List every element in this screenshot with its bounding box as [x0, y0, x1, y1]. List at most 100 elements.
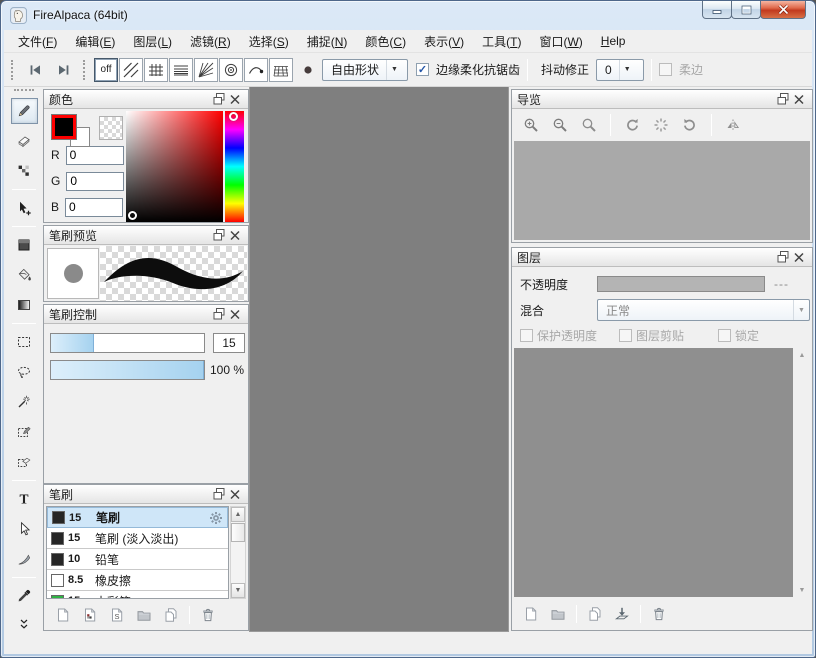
menu-item-view[interactable]: 表示(V): [415, 30, 473, 53]
new-page-button[interactable]: [521, 604, 541, 624]
blue-input[interactable]: [65, 198, 123, 217]
new-page-button[interactable]: [53, 605, 73, 625]
duplicate-button[interactable]: [161, 605, 181, 625]
more-tools-button[interactable]: [11, 611, 38, 637]
pointer-tool[interactable]: [11, 516, 38, 542]
green-input[interactable]: [66, 172, 124, 191]
layer-list-scrollbar[interactable]: ▲ ▼: [794, 348, 810, 597]
snap-concentric-button[interactable]: [219, 58, 243, 82]
menu-item-layer[interactable]: 图层(L): [124, 30, 181, 53]
close-panel-icon[interactable]: [791, 250, 807, 265]
hue-marker[interactable]: [229, 112, 238, 121]
trash-button[interactable]: [649, 604, 669, 624]
toolbar-grip[interactable]: [11, 60, 16, 80]
snap-parallel-button[interactable]: [119, 58, 143, 82]
float-panel-icon[interactable]: [775, 250, 791, 265]
zoom-in-button[interactable]: [519, 113, 543, 137]
brush-row[interactable]: 15水彩笔: [47, 591, 228, 599]
snap-grid-button[interactable]: [144, 58, 168, 82]
protect-alpha-option[interactable]: 保护透明度: [520, 327, 597, 344]
close-button[interactable]: [760, 1, 806, 19]
layer-blend-select[interactable]: 正常 ▼: [597, 299, 810, 321]
brush-shape-select[interactable]: 自由形状 ▼: [322, 59, 408, 81]
select-eraser-tool[interactable]: [11, 449, 38, 475]
brush-list-scrollbar[interactable]: ▲ ▼: [230, 506, 246, 599]
snap-vanishing-button[interactable]: [194, 58, 218, 82]
menu-item-help[interactable]: Help: [592, 31, 635, 51]
select-pen-tool[interactable]: [11, 419, 38, 445]
clipping-checkbox[interactable]: [619, 329, 632, 342]
magic-wand-tool[interactable]: [11, 389, 38, 415]
float-panel-icon[interactable]: [775, 92, 791, 107]
float-panel-icon[interactable]: [211, 487, 227, 502]
step-prev-button[interactable]: [22, 58, 48, 82]
soft-edge-checkbox[interactable]: [659, 63, 672, 76]
close-panel-icon[interactable]: [227, 92, 243, 107]
select-rect-tool[interactable]: [11, 329, 38, 355]
gradient-tool[interactable]: [11, 292, 38, 318]
rotate-cw-button[interactable]: [678, 113, 702, 137]
brush-size-value[interactable]: 15: [213, 333, 245, 353]
dot-tool[interactable]: [11, 158, 38, 184]
sv-picker-marker[interactable]: [128, 211, 137, 220]
navigator-preview[interactable]: [514, 141, 810, 240]
close-panel-icon[interactable]: [227, 307, 243, 322]
saturation-value-picker[interactable]: [126, 111, 223, 222]
scroll-up-icon[interactable]: ▲: [231, 507, 245, 522]
pen-tool[interactable]: [11, 98, 38, 124]
transparent-color-swatch[interactable]: [99, 116, 123, 140]
menu-item-edit[interactable]: 编辑(E): [66, 30, 124, 53]
scroll-down-icon[interactable]: ▼: [231, 583, 245, 598]
foreground-color-swatch[interactable]: [52, 115, 76, 139]
zoom-out-button[interactable]: [548, 113, 572, 137]
float-panel-icon[interactable]: [211, 307, 227, 322]
snap-perspective-button[interactable]: [269, 58, 293, 82]
brush-size-slider[interactable]: [50, 333, 205, 353]
step-next-button[interactable]: [51, 58, 77, 82]
text-tool[interactable]: T: [11, 486, 38, 512]
snap-horizontal-button[interactable]: [169, 58, 193, 82]
snap-off-button[interactable]: off: [94, 58, 118, 82]
lock-option[interactable]: 锁定: [718, 327, 759, 344]
hue-bar[interactable]: [225, 111, 244, 222]
red-input[interactable]: [66, 146, 124, 165]
knife-tool[interactable]: [11, 546, 38, 572]
menu-item-tool[interactable]: 工具(T): [473, 30, 530, 53]
color-panel-header[interactable]: 颜色: [44, 90, 248, 109]
menu-item-filter[interactable]: 滤镜(R): [181, 30, 240, 53]
flip-horizontal-button[interactable]: [721, 113, 745, 137]
brush-list-header[interactable]: 笔刷: [44, 485, 248, 504]
brush-control-header[interactable]: 笔刷控制: [44, 305, 248, 324]
scroll-thumb[interactable]: [231, 523, 245, 542]
protect-alpha-checkbox[interactable]: [520, 329, 533, 342]
layer-opacity-slider[interactable]: [597, 276, 765, 292]
scroll-down-icon[interactable]: ▼: [794, 583, 810, 597]
brush-row[interactable]: 15笔刷: [47, 507, 228, 528]
folder-button[interactable]: [134, 605, 154, 625]
brush-preview-header[interactable]: 笔刷预览: [44, 226, 248, 245]
new-bitmap-button[interactable]: [80, 605, 100, 625]
brush-row[interactable]: 10铅笔: [47, 549, 228, 570]
eyedropper-tool[interactable]: [11, 583, 38, 609]
snap-curve-button[interactable]: [244, 58, 268, 82]
maximize-button[interactable]: [731, 1, 761, 19]
layer-list[interactable]: [514, 348, 793, 597]
move-tool[interactable]: [11, 195, 38, 221]
zoom-actual-button[interactable]: [577, 113, 601, 137]
bucket-tool[interactable]: [11, 262, 38, 288]
close-panel-icon[interactable]: [227, 228, 243, 243]
toolbar-grip[interactable]: [83, 60, 88, 80]
eraser-tool[interactable]: [11, 128, 38, 154]
duplicate-button[interactable]: [585, 604, 605, 624]
scroll-up-icon[interactable]: ▲: [794, 348, 810, 362]
folder-button[interactable]: [548, 604, 568, 624]
layer-panel-header[interactable]: 图层: [512, 248, 812, 267]
float-panel-icon[interactable]: [211, 228, 227, 243]
minimize-button[interactable]: [702, 1, 732, 19]
trash-button[interactable]: [198, 605, 218, 625]
fill-rect-tool[interactable]: [11, 232, 38, 258]
menu-item-color[interactable]: 颜色(C): [356, 30, 415, 53]
canvas[interactable]: [249, 87, 509, 632]
close-panel-icon[interactable]: [227, 487, 243, 502]
merge-down-button[interactable]: [612, 604, 632, 624]
